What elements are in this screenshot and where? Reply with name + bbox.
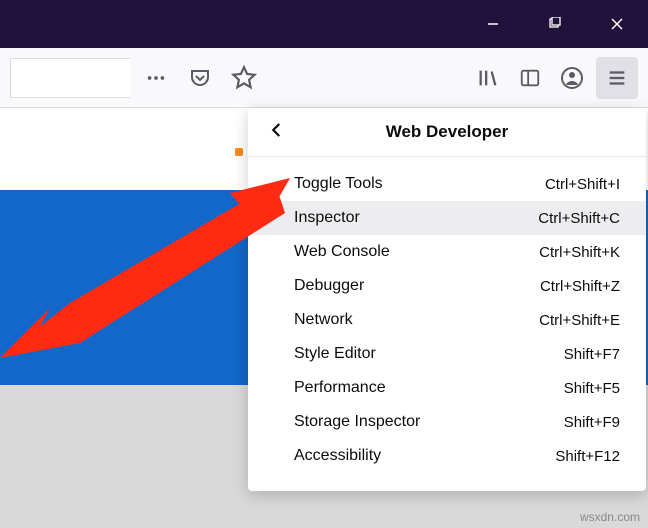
maximize-icon: [548, 17, 562, 31]
menu-item-label: Accessibility: [294, 447, 381, 465]
close-icon: [609, 16, 625, 32]
menu-item-network[interactable]: Network Ctrl+Shift+E: [248, 303, 646, 337]
menu-item-inspector[interactable]: Inspector Ctrl+Shift+C: [248, 201, 646, 235]
menu-item-toggle-tools[interactable]: Toggle Tools Ctrl+Shift+I: [248, 167, 646, 201]
window-titlebar: [0, 0, 648, 48]
menu-item-accessibility[interactable]: Accessibility Shift+F12: [248, 439, 646, 473]
close-button[interactable]: [586, 0, 648, 48]
menu-item-performance[interactable]: Performance Shift+F5: [248, 371, 646, 405]
menu-item-shortcut: Ctrl+Shift+Z: [540, 278, 620, 295]
menu-item-label: Style Editor: [294, 345, 376, 363]
account-button[interactable]: [554, 60, 590, 96]
sidebar-button[interactable]: [512, 60, 548, 96]
sidebar-icon: [519, 67, 541, 89]
menu-item-storage-inspector[interactable]: Storage Inspector Shift+F9: [248, 405, 646, 439]
page-actions-button[interactable]: [138, 60, 174, 96]
menu-item-label: Network: [294, 311, 353, 329]
menu-item-label: Toggle Tools: [294, 175, 383, 193]
menu-item-label: Storage Inspector: [294, 413, 420, 431]
menu-item-web-console[interactable]: Web Console Ctrl+Shift+K: [248, 235, 646, 269]
hamburger-icon: [606, 67, 628, 89]
library-button[interactable]: [470, 60, 506, 96]
browser-toolbar: [0, 48, 648, 108]
menu-item-label: Performance: [294, 379, 386, 397]
menu-item-shortcut: Ctrl+Shift+E: [539, 312, 620, 329]
menu-item-shortcut: Ctrl+Shift+I: [545, 176, 620, 193]
pocket-icon: [188, 66, 212, 90]
window-controls: [462, 0, 648, 48]
ellipsis-icon: [145, 67, 167, 89]
page-accent-mark: [235, 148, 243, 156]
maximize-button[interactable]: [524, 0, 586, 48]
chevron-left-icon: [268, 121, 286, 139]
bookmark-button[interactable]: [226, 60, 262, 96]
account-icon: [560, 66, 584, 90]
web-developer-menu: Web Developer Toggle Tools Ctrl+Shift+I …: [248, 108, 646, 491]
menu-item-label: Web Console: [294, 243, 390, 261]
menu-back-button[interactable]: [268, 121, 286, 144]
menu-item-shortcut: Shift+F7: [564, 346, 620, 363]
page-content: Web Developer Toggle Tools Ctrl+Shift+I …: [0, 108, 648, 528]
toolbar-right-group: [470, 57, 638, 99]
menu-item-shortcut: Shift+F12: [555, 448, 620, 465]
menu-title: Web Developer: [264, 122, 630, 142]
menu-item-shortcut: Ctrl+Shift+K: [539, 244, 620, 261]
menu-header: Web Developer: [248, 108, 646, 157]
library-icon: [477, 67, 499, 89]
minimize-icon: [486, 17, 500, 31]
minimize-button[interactable]: [462, 0, 524, 48]
toolbar-left-group: [10, 58, 262, 98]
menu-item-shortcut: Shift+F5: [564, 380, 620, 397]
address-bar-fragment[interactable]: [10, 58, 130, 98]
star-icon: [231, 65, 257, 91]
menu-items-list: Toggle Tools Ctrl+Shift+I Inspector Ctrl…: [248, 157, 646, 491]
pocket-button[interactable]: [182, 60, 218, 96]
menu-item-label: Debugger: [294, 277, 364, 295]
menu-item-shortcut: Ctrl+Shift+C: [538, 210, 620, 227]
menu-item-style-editor[interactable]: Style Editor Shift+F7: [248, 337, 646, 371]
menu-item-label: Inspector: [294, 209, 360, 227]
app-menu-button[interactable]: [596, 57, 638, 99]
watermark-text: wsxdn.com: [580, 510, 640, 524]
menu-item-debugger[interactable]: Debugger Ctrl+Shift+Z: [248, 269, 646, 303]
menu-item-shortcut: Shift+F9: [564, 414, 620, 431]
